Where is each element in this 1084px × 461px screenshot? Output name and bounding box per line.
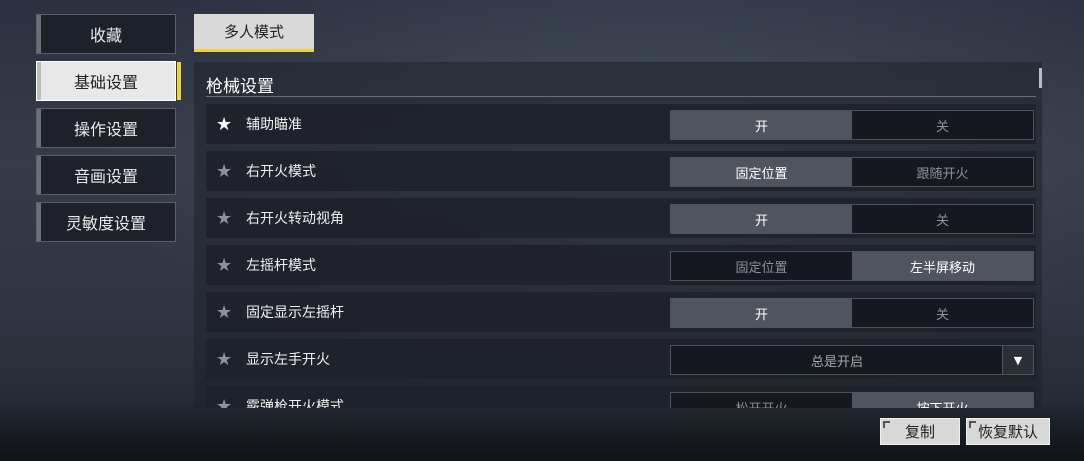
setting-label: 固定显示左摇杆 (246, 305, 344, 321)
option-fixed-position[interactable]: 固定位置 (671, 252, 852, 280)
setting-row-right-fire-rotate-view: ★ 右开火转动视角 开 关 (206, 198, 1036, 238)
sidebar-item-favorites[interactable]: 收藏 (36, 14, 176, 54)
setting-label: 右开火转动视角 (246, 211, 344, 227)
setting-row-show-left-fire: ★ 显示左手开火 总是开启 ▼ (206, 339, 1036, 379)
setting-label: 显示左手开火 (246, 352, 330, 368)
settings-sidebar: 收藏 基础设置 操作设置 音画设置 灵敏度设置 (36, 14, 181, 249)
setting-row-right-fire-mode: ★ 右开火模式 固定位置 跟随开火 (206, 151, 1036, 191)
restore-default-button[interactable]: 恢复默认 (966, 418, 1050, 445)
star-icon[interactable]: ★ (216, 161, 236, 182)
star-icon[interactable]: ★ (216, 114, 236, 135)
dropdown-value: 总是开启 (810, 354, 863, 370)
option-on[interactable]: 开 (671, 299, 852, 327)
sidebar-item-sensitivity-settings[interactable]: 灵敏度设置 (36, 202, 176, 242)
option-off[interactable]: 关 (852, 205, 1033, 233)
sidebar-item-control-settings[interactable]: 操作设置 (36, 108, 176, 148)
option-off[interactable]: 关 (852, 111, 1033, 139)
section-divider (206, 96, 1036, 97)
panel-scrollbar[interactable] (1039, 68, 1042, 88)
setting-label: 左摇杆模式 (246, 258, 316, 274)
star-icon[interactable]: ★ (216, 208, 236, 229)
sidebar-item-basic-settings[interactable]: 基础设置 (36, 61, 181, 101)
sidebar-item-label: 基础设置 (73, 73, 138, 92)
setting-label: 霰弹枪开火模式 (246, 399, 344, 408)
option-follow-fire[interactable]: 跟随开火 (852, 158, 1033, 186)
setting-label: 右开火模式 (246, 164, 316, 180)
option-on[interactable]: 开 (671, 111, 852, 139)
option-off[interactable]: 关 (852, 299, 1033, 327)
option-press-fire[interactable]: 按下开火 (852, 393, 1033, 408)
setting-label: 辅助瞄准 (246, 117, 302, 133)
star-icon[interactable]: ★ (216, 255, 236, 276)
left-joystick-mode-toggle: 固定位置 左半屏移动 (670, 251, 1034, 281)
sidebar-item-audio-video-settings[interactable]: 音画设置 (36, 155, 176, 195)
tab-multiplayer-mode[interactable]: 多人模式 (194, 14, 314, 52)
option-fixed-position[interactable]: 固定位置 (671, 158, 852, 186)
aim-assist-toggle: 开 关 (670, 110, 1034, 140)
sidebar-item-label: 音画设置 (73, 167, 138, 186)
star-icon[interactable]: ★ (216, 396, 236, 409)
setting-row-aim-assist: ★ 辅助瞄准 开 关 (206, 104, 1036, 144)
shotgun-fire-mode-toggle: 松开开火 按下开火 (670, 392, 1034, 408)
restore-default-label: 恢复默认 (977, 423, 1038, 441)
star-icon[interactable]: ★ (216, 302, 236, 323)
option-release-fire[interactable]: 松开开火 (671, 393, 852, 409)
setting-row-left-joystick-mode: ★ 左摇杆模式 固定位置 左半屏移动 (206, 245, 1036, 285)
right-fire-mode-toggle: 固定位置 跟随开火 (670, 157, 1034, 187)
star-icon[interactable]: ★ (216, 349, 236, 370)
option-on[interactable]: 开 (671, 205, 852, 233)
copy-button-label: 复制 (904, 423, 935, 441)
chevron-down-icon[interactable]: ▼ (1002, 346, 1033, 374)
option-left-half-screen-move[interactable]: 左半屏移动 (852, 252, 1033, 280)
show-left-fire-dropdown[interactable]: 总是开启 ▼ (670, 345, 1034, 375)
tab-label: 多人模式 (223, 23, 284, 41)
settings-panel: 枪械设置 ★ 辅助瞄准 开 关 ★ 右开火模式 固定位置 跟随开火 ★ 右开火转… (194, 62, 1042, 408)
sidebar-item-label: 操作设置 (73, 120, 138, 139)
right-fire-rotate-view-toggle: 开 关 (670, 204, 1034, 234)
section-title: 枪械设置 (206, 77, 274, 97)
setting-row-shotgun-fire-mode: ★ 霰弹枪开火模式 松开开火 按下开火 (206, 386, 1036, 408)
sidebar-item-label: 收藏 (89, 26, 122, 45)
fixed-left-joystick-toggle: 开 关 (670, 298, 1034, 328)
copy-button[interactable]: 复制 (880, 418, 960, 445)
sidebar-item-label: 灵敏度设置 (65, 214, 146, 233)
setting-row-fixed-left-joystick: ★ 固定显示左摇杆 开 关 (206, 292, 1036, 332)
